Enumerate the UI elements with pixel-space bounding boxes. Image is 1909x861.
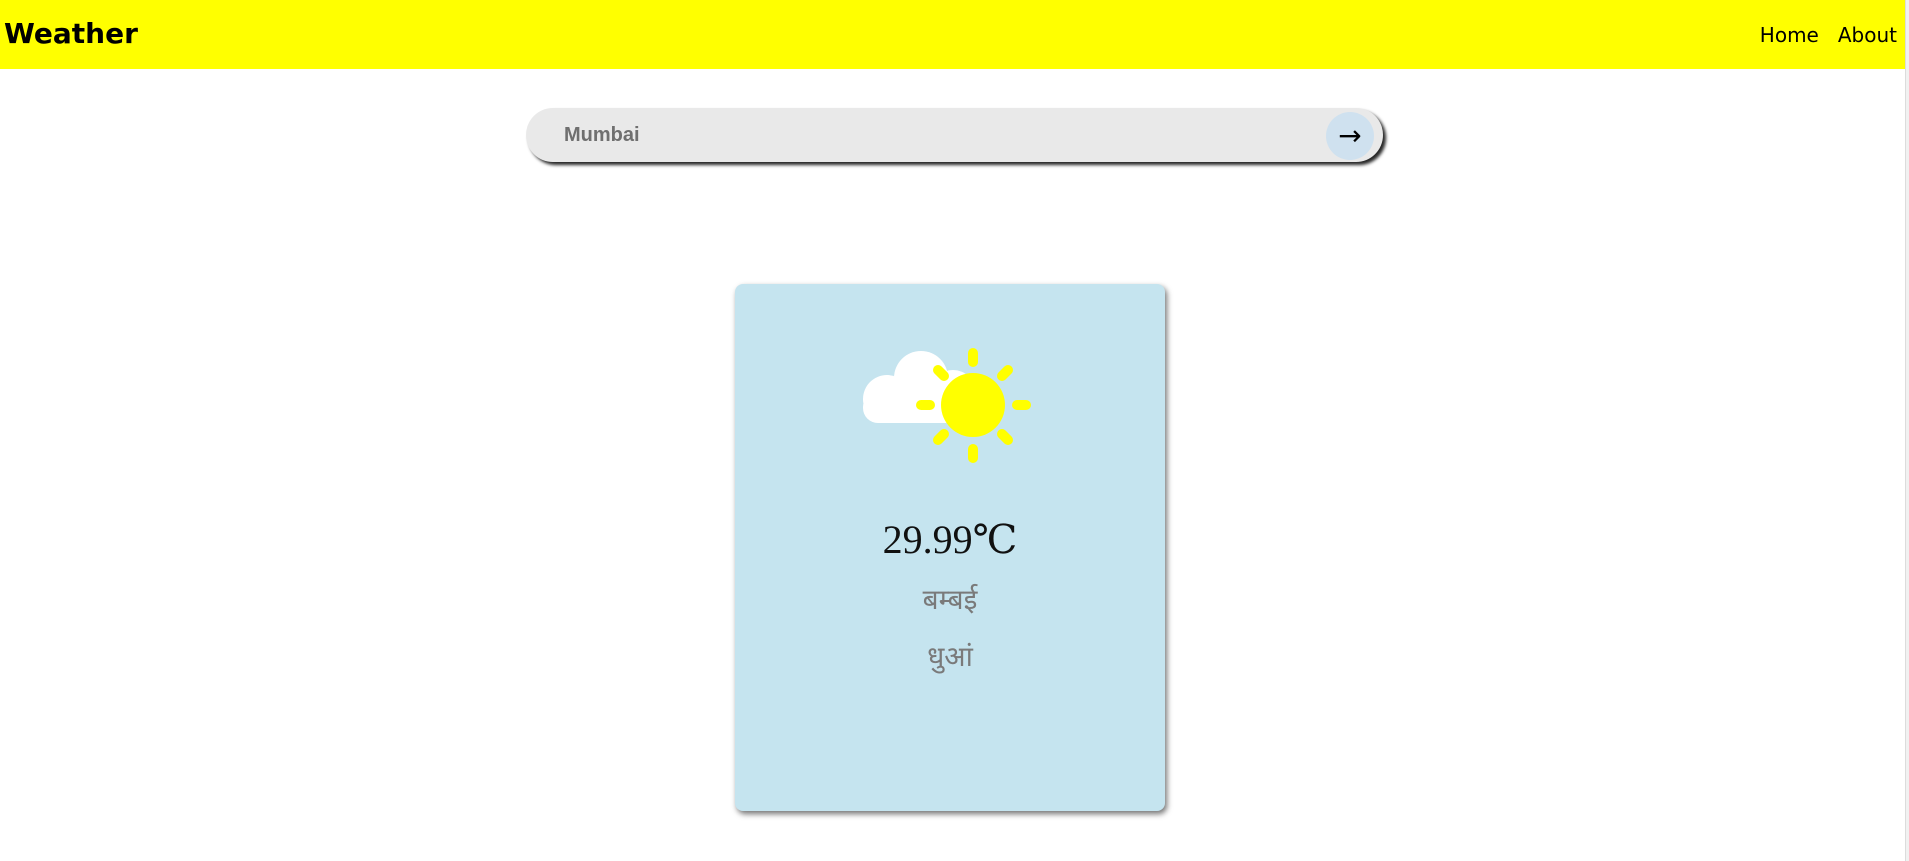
sun-body xyxy=(941,373,1005,437)
arrow-right-icon: → xyxy=(1338,119,1362,152)
page-scrollbar[interactable] xyxy=(1905,0,1909,861)
weather-page: Weather Home About → xyxy=(0,0,1905,861)
weather-card: 29.99℃ बम्बई धुआं xyxy=(735,284,1165,811)
nav-link-home[interactable]: Home xyxy=(1760,22,1819,48)
partly-sunny-icon xyxy=(863,348,1031,463)
city-name: बम्बई xyxy=(922,583,978,616)
brand-title[interactable]: Weather xyxy=(4,16,138,52)
nav-links: Home About xyxy=(1760,22,1897,48)
temperature-value: 29.99℃ xyxy=(882,517,1018,562)
weather-condition: धुआं xyxy=(927,640,973,673)
top-navbar: Weather Home About xyxy=(0,0,1905,69)
search-bar: → xyxy=(526,108,1383,162)
search-submit-button[interactable]: → xyxy=(1326,112,1374,160)
nav-link-about[interactable]: About xyxy=(1838,22,1897,48)
city-search-input[interactable] xyxy=(564,118,1304,152)
